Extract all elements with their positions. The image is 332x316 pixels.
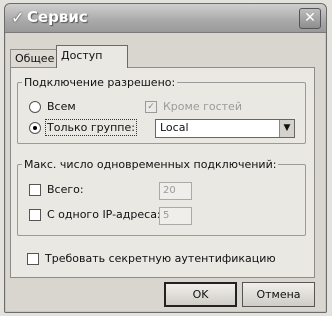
title-bar[interactable]: ✓ Сервис ✕ bbox=[5, 4, 326, 33]
access-tab-panel: Подключение разрешено: Всем ✓ Кроме гост… bbox=[10, 67, 315, 278]
group-select-value: Local bbox=[160, 121, 189, 134]
per-ip-input[interactable]: 5 bbox=[159, 207, 192, 225]
secure-auth-checkbox[interactable] bbox=[27, 252, 39, 265]
connection-allowed-legend: Подключение разрешено: bbox=[24, 76, 176, 89]
radio-all-label: Всем bbox=[47, 100, 76, 113]
total-checkbox[interactable] bbox=[29, 183, 41, 196]
per-ip-row[interactable]: С одного IP-адреса: bbox=[29, 208, 161, 221]
radio-group-only-label: Только группе: bbox=[45, 119, 137, 136]
ok-button[interactable]: OK bbox=[164, 282, 237, 307]
window-title: Сервис bbox=[27, 8, 88, 26]
per-ip-checkbox[interactable] bbox=[29, 208, 41, 221]
close-button[interactable]: ✕ bbox=[299, 8, 321, 29]
radio-group-only-row[interactable]: Только группе: bbox=[29, 119, 137, 136]
max-connections-legend: Макс. число одновременных подключений: bbox=[24, 158, 277, 171]
secure-auth-label: Требовать секретную аутентификацию bbox=[45, 252, 276, 265]
per-ip-label: С одного IP-адреса: bbox=[47, 208, 161, 221]
radio-group-only[interactable] bbox=[29, 121, 41, 134]
group-select[interactable]: Local ▼ bbox=[155, 119, 295, 138]
cancel-button[interactable]: Отмена bbox=[242, 282, 315, 307]
chevron-down-icon[interactable]: ▼ bbox=[279, 120, 294, 137]
radio-all[interactable] bbox=[29, 100, 41, 113]
radio-all-row[interactable]: Всем bbox=[29, 100, 76, 113]
total-row[interactable]: Всего: bbox=[29, 183, 84, 196]
secure-auth-row[interactable]: Требовать секретную аутентификацию bbox=[27, 252, 276, 265]
except-guests-checkbox: ✓ bbox=[145, 100, 157, 113]
checkmark-icon: ✓ bbox=[11, 8, 25, 27]
except-guests-row: ✓ Кроме гостей bbox=[145, 100, 242, 113]
total-input[interactable]: 20 bbox=[159, 182, 192, 200]
tab-access[interactable]: Доступ bbox=[56, 45, 128, 68]
total-label: Всего: bbox=[47, 183, 84, 196]
except-guests-label: Кроме гостей bbox=[163, 100, 242, 113]
